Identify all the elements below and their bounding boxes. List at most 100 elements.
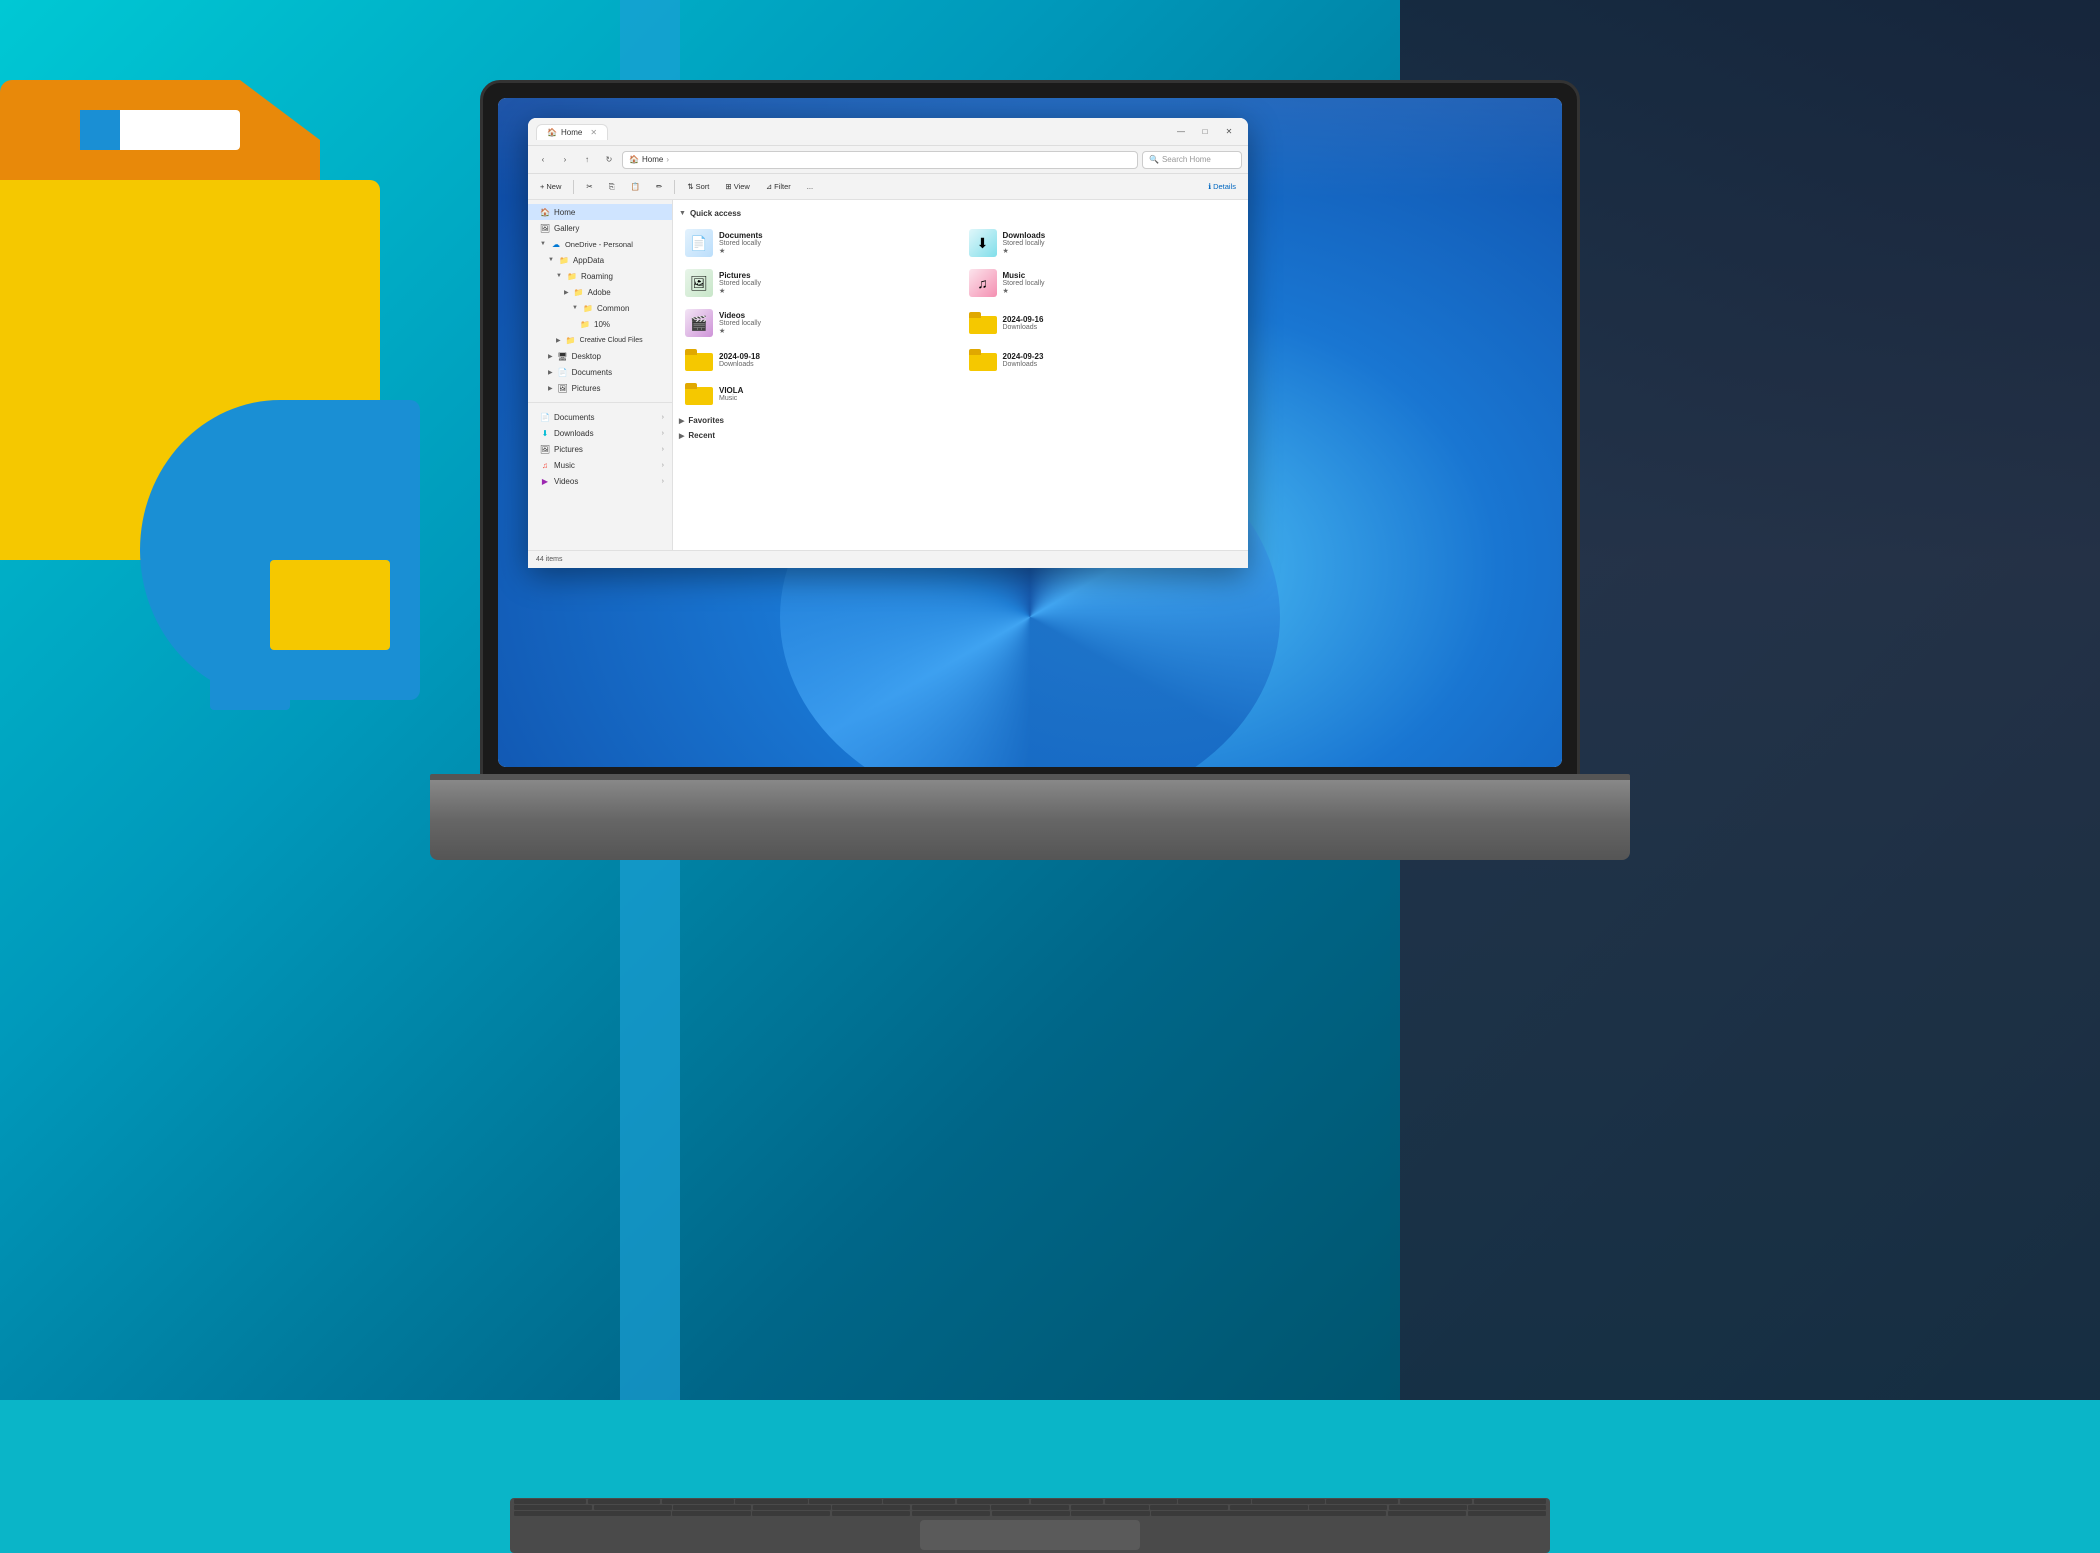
explorer-sidebar: 🏠 Home 🖼 Gallery ▼ ☁ OneDrive - Personal <box>528 200 673 550</box>
key <box>1389 1505 1467 1510</box>
music-pin-arrow: › <box>662 462 664 469</box>
rename-button[interactable]: ✏ <box>650 180 668 193</box>
status-bar: 44 items <box>528 550 1248 568</box>
maximize-button[interactable]: □ <box>1194 124 1216 140</box>
key <box>735 1499 807 1504</box>
refresh-button[interactable]: ↻ <box>600 151 618 169</box>
forward-button[interactable]: › <box>556 151 574 169</box>
expand-arrow-roaming: ▼ <box>556 273 562 279</box>
key <box>1474 1499 1546 1504</box>
docs-pin-arrow: › <box>662 414 664 421</box>
folder-viola-info: VIOLA Music <box>719 386 743 402</box>
sidebar-item-home[interactable]: 🏠 Home <box>528 204 672 220</box>
paste-button[interactable]: 📋 <box>625 180 646 193</box>
minimize-button[interactable]: — <box>1170 124 1192 140</box>
sidebar-item-pictures[interactable]: ▶ 🖼 Pictures <box>528 380 672 396</box>
sidebar-pinned-pictures[interactable]: 🖼 Pictures › <box>528 441 672 457</box>
key <box>957 1499 1029 1504</box>
sidebar-pinned-music[interactable]: ♫ Music › <box>528 457 672 473</box>
sidebar-pinned-dl-label: Downloads <box>554 429 594 438</box>
sidebar-pinned-videos[interactable]: ▶ Videos › <box>528 473 672 489</box>
toolbar-divider-2 <box>674 180 675 194</box>
key <box>1151 1511 1386 1516</box>
recent-arrow-icon: ▶ <box>679 432 684 440</box>
key <box>672 1511 750 1516</box>
explorer-titlebar: 🏠 Home ✕ — □ ✕ <box>528 118 1248 146</box>
file-item-downloads[interactable]: ⬇ Downloads Stored locally ★ <box>963 225 1243 261</box>
folder-2024-09-16-name: 2024-09-16 <box>1003 315 1044 324</box>
pictures-sub: Stored locally <box>719 280 761 287</box>
file-item-pictures[interactable]: 🖼 Pictures Stored locally ★ <box>679 265 959 301</box>
file-item-2024-09-16[interactable]: 2024-09-16 Downloads <box>963 305 1243 341</box>
close-button[interactable]: ✕ <box>1218 124 1240 140</box>
recent-header[interactable]: ▶ Recent <box>679 428 1242 443</box>
sidebar-item-common[interactable]: ▼ 📁 Common <box>528 300 672 316</box>
sidebar-adobe-label: Adobe <box>588 288 611 297</box>
search-box[interactable]: 🔍 Search Home <box>1142 151 1242 169</box>
sidebar-pinned-documents[interactable]: 📄 Documents › <box>528 409 672 425</box>
pictures-thumbnail: 🖼 <box>685 269 713 297</box>
details-button[interactable]: ℹ Details <box>1202 180 1242 193</box>
favorites-label: Favorites <box>688 416 724 425</box>
folder-2024-09-18-sub: Downloads <box>719 361 760 368</box>
music-pin-icon: ♫ <box>540 460 550 470</box>
expand-arrow-documents: ▶ <box>548 369 553 376</box>
sidebar-item-desktop[interactable]: ▶ 🖥 Desktop <box>528 348 672 364</box>
quick-access-header[interactable]: ▼ Quick access <box>679 206 1242 221</box>
sidebar-item-creativecloud[interactable]: ▶ 📁 Creative Cloud Files <box>528 332 672 348</box>
filter-button[interactable]: ⊿ Filter <box>760 180 797 193</box>
new-button[interactable]: + New <box>534 180 567 193</box>
favorites-header[interactable]: ▶ Favorites <box>679 413 1242 428</box>
sidebar-item-appdata[interactable]: ▼ 📁 AppData <box>528 252 672 268</box>
touchpad[interactable] <box>920 1520 1140 1550</box>
music-sub: Stored locally <box>1003 280 1045 287</box>
file-item-videos[interactable]: 🎬 Videos Stored locally ★ <box>679 305 959 341</box>
titlebar-tab-home[interactable]: 🏠 Home ✕ <box>536 124 608 140</box>
search-icon: 🔍 <box>1149 155 1159 164</box>
folder-thumb-2024-09-18 <box>685 349 713 371</box>
sort-button[interactable]: ⇅ Sort <box>681 180 715 193</box>
details-icon: ℹ <box>1208 182 1211 191</box>
sidebar-pinned-music-label: Music <box>554 461 575 470</box>
sidebar-item-roaming[interactable]: ▼ 📁 Roaming <box>528 268 672 284</box>
sidebar-item-onedrive[interactable]: ▼ ☁ OneDrive - Personal <box>528 236 672 252</box>
folder-icon-appdata: 📁 <box>559 255 569 265</box>
sidebar-item-gallery[interactable]: 🖼 Gallery <box>528 220 672 236</box>
file-item-documents[interactable]: 📄 Documents Stored locally ★ <box>679 225 959 261</box>
more-button[interactable]: ... <box>801 180 819 193</box>
sidebar-pinned-downloads[interactable]: ⬇ Downloads › <box>528 425 672 441</box>
keyboard-row-3 <box>514 1511 1546 1516</box>
files-grid: 📄 Documents Stored locally ★ <box>679 221 1242 413</box>
sidebar-item-documents[interactable]: ▶ 📄 Documents <box>528 364 672 380</box>
key <box>752 1511 830 1516</box>
sidebar-10pct-label: 10% <box>594 320 610 329</box>
folder-icon-roaming: 📁 <box>567 271 577 281</box>
file-item-viola[interactable]: VIOLA Music <box>679 379 959 409</box>
view-button[interactable]: ⊞ View <box>719 180 755 193</box>
file-item-2024-09-18[interactable]: 2024-09-18 Downloads <box>679 345 959 375</box>
tab-close-icon[interactable]: ✕ <box>590 128 597 137</box>
cut-button[interactable]: ✂ <box>580 180 598 193</box>
key <box>514 1511 671 1516</box>
home-icon-small: 🏠 <box>629 155 639 164</box>
up-button[interactable]: ↑ <box>578 151 596 169</box>
laptop: 🏠 Home ✕ — □ ✕ ‹ › ↑ <box>430 80 1630 1030</box>
folder-2024-09-18-info: 2024-09-18 Downloads <box>719 352 760 368</box>
videos-name: Videos <box>719 311 761 320</box>
toolbar-divider-1 <box>573 180 574 194</box>
file-item-music[interactable]: ♫ Music Stored locally ★ <box>963 265 1243 301</box>
file-item-2024-09-23[interactable]: 2024-09-23 Downloads <box>963 345 1243 375</box>
gallery-icon: 🖼 <box>540 223 550 233</box>
videos-thumbnail: 🎬 <box>685 309 713 337</box>
sidebar-item-10pct[interactable]: 📁 10% <box>528 316 672 332</box>
expand-arrow-desktop: ▶ <box>548 353 553 360</box>
copy-button[interactable]: ⎘ <box>603 180 621 194</box>
pictures-info: Pictures Stored locally ★ <box>719 271 761 295</box>
videos-info: Videos Stored locally ★ <box>719 311 761 335</box>
back-button[interactable]: ‹ <box>534 151 552 169</box>
folder-2024-09-16-sub: Downloads <box>1003 324 1044 331</box>
sidebar-item-adobe[interactable]: ▶ 📁 Adobe <box>528 284 672 300</box>
win11-wallpaper: 🏠 Home ✕ — □ ✕ ‹ › ↑ <box>498 98 1562 767</box>
key <box>673 1505 751 1510</box>
address-path[interactable]: 🏠 Home › <box>622 151 1138 169</box>
